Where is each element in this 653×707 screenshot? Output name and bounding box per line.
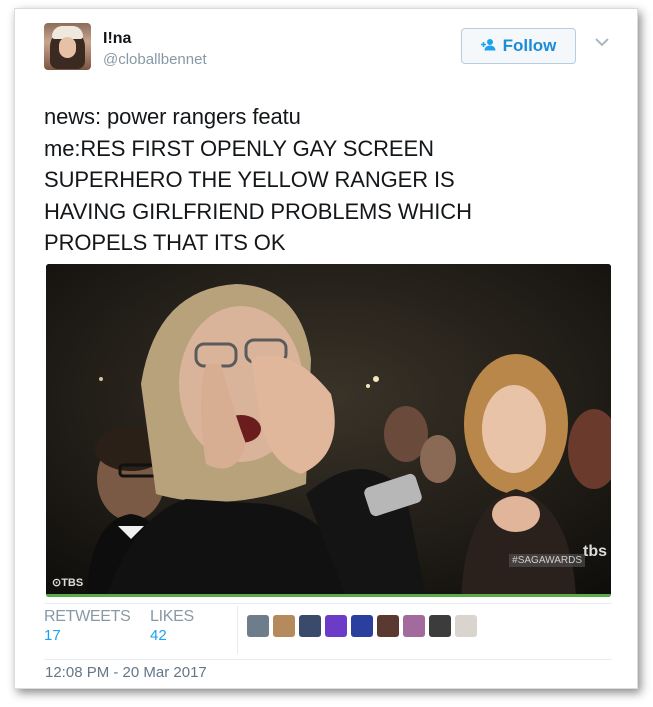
likes-label: LIKES — [150, 608, 194, 625]
user-handle[interactable]: @cloballbennet — [103, 51, 207, 68]
tbs-corner-logo: tbs — [583, 543, 607, 560]
sagawards-watermark: #SAGAWARDS — [509, 554, 585, 567]
tweet-media-image[interactable]: ⊙TBS #SAGAWARDS tbs — [46, 264, 611, 597]
tweet-card: I!na @cloballbennet Follow news: power r… — [14, 8, 638, 689]
liker-avatar[interactable] — [273, 615, 295, 637]
retweets-label: RETWEETS — [44, 608, 131, 625]
media-photo — [46, 264, 611, 597]
tweet-line: me:RES FIRST OPENLY GAY SCREEN — [44, 135, 434, 161]
add-user-icon — [480, 38, 497, 54]
liker-avatar[interactable] — [455, 615, 477, 637]
liker-avatar[interactable] — [429, 615, 451, 637]
retweets-stat[interactable]: RETWEETS 17 — [44, 608, 131, 644]
avatar[interactable] — [44, 23, 91, 70]
retweets-count: 17 — [44, 627, 61, 644]
liker-avatar[interactable] — [377, 615, 399, 637]
likes-count: 42 — [150, 627, 167, 644]
tweet-line: news: power rangers featu — [44, 104, 301, 129]
tbs-watermark: ⊙TBS — [52, 577, 84, 589]
liker-avatar[interactable] — [403, 615, 425, 637]
liker-avatar[interactable] — [247, 615, 269, 637]
tweet-timestamp[interactable]: 12:08 PM - 20 Mar 2017 — [45, 664, 207, 681]
tweet-line: SUPERHERO THE YELLOW RANGER IS — [44, 167, 455, 192]
tweet-line: HAVING GIRLFRIEND PROBLEMS WHICH — [44, 198, 472, 224]
liker-avatar[interactable] — [325, 615, 347, 637]
liker-avatars — [247, 615, 477, 639]
liker-avatar[interactable] — [351, 615, 373, 637]
display-name[interactable]: I!na — [103, 30, 131, 48]
tweet-line: PROPELS THAT ITS OK — [44, 230, 286, 255]
chevron-down-icon[interactable] — [593, 35, 611, 49]
likes-stat[interactable]: LIKES 42 — [150, 608, 194, 644]
liker-avatar[interactable] — [299, 615, 321, 637]
tweet-text: news: power rangers featu me:RES FIRST O… — [44, 101, 614, 259]
follow-button[interactable]: Follow — [461, 28, 576, 64]
follow-label: Follow — [502, 36, 557, 55]
